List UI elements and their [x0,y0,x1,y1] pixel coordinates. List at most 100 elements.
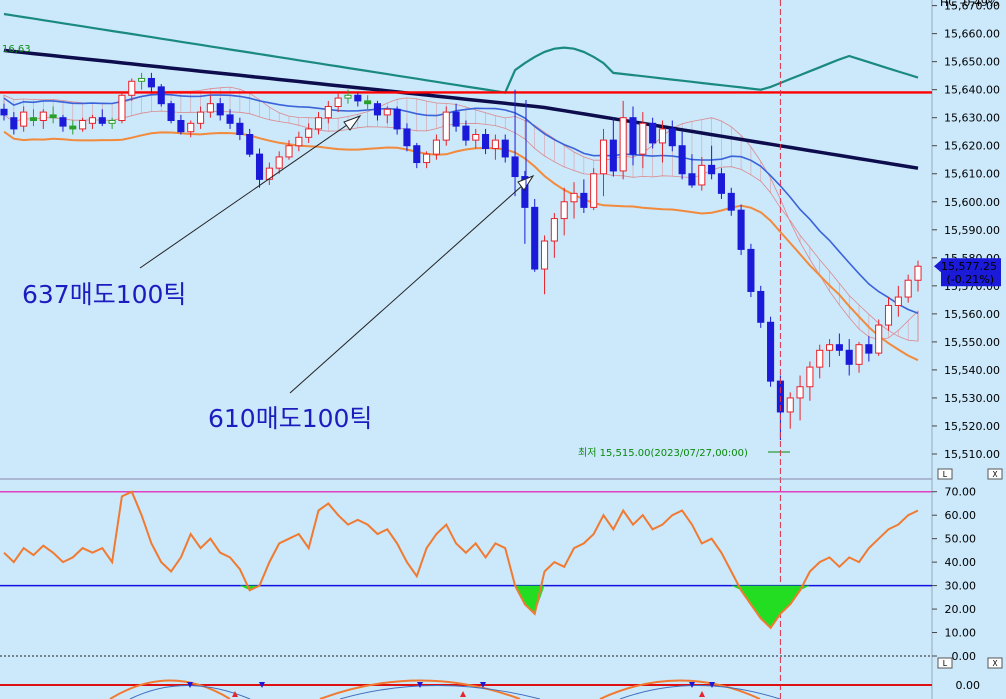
candle[interactable] [324,100,332,124]
candle[interactable] [59,114,67,132]
candle[interactable] [423,151,431,169]
bottom-indicator-panel: 0.00 [0,679,980,699]
candle[interactable] [531,198,539,272]
candle[interactable] [875,319,883,356]
candle[interactable] [826,339,834,368]
candle[interactable] [0,103,8,121]
candle[interactable] [167,100,175,124]
candle[interactable] [491,134,499,160]
candle[interactable] [10,112,18,135]
candle[interactable] [314,112,323,135]
candle[interactable] [639,112,647,169]
candle-body [599,139,608,175]
candle[interactable] [255,148,264,188]
candle[interactable] [354,92,362,107]
candle[interactable] [432,134,440,160]
candle[interactable] [590,168,598,211]
candle[interactable] [383,106,391,124]
candle[interactable] [786,392,794,429]
candle[interactable] [157,84,165,107]
candle[interactable] [717,168,725,199]
candle-body [393,108,401,130]
candle[interactable] [364,95,372,110]
price-tick-label: 15,630.00 [944,112,1000,125]
candle[interactable] [796,375,804,421]
candle[interactable] [246,128,254,157]
candle-body [688,173,696,186]
candle[interactable] [904,274,912,303]
candle-body [550,218,558,242]
candle[interactable] [49,106,57,124]
candle[interactable] [894,285,902,317]
candle[interactable] [69,120,77,135]
candle-body [649,122,657,144]
candle[interactable] [482,128,490,155]
candle[interactable] [580,179,588,213]
candle-body [295,136,303,147]
candle[interactable] [147,72,155,93]
candle[interactable] [560,187,568,236]
trading-chart-window: 637매도100틱 610매도100틱 최저 15,515.00(2023/07/2… [0,0,1006,699]
candle[interactable] [98,109,106,127]
candle-body [403,128,411,147]
candle[interactable] [177,114,185,135]
candle-body [482,134,490,150]
candle[interactable] [619,100,627,180]
candle[interactable] [757,285,765,328]
candle[interactable] [413,142,421,169]
candle-body [727,192,735,211]
chart-canvas[interactable]: 637매도100틱 610매도100틱최저 15,515.00(2023/07/2… [0,0,1006,699]
candle-body [767,321,775,382]
price-tick-label: 15,520.00 [944,420,1000,433]
candle[interactable] [334,92,342,113]
candle[interactable] [393,106,401,135]
candle[interactable] [29,109,38,127]
candle[interactable] [609,117,617,177]
candle[interactable] [373,100,382,121]
candle[interactable] [108,117,116,129]
candle-body [354,94,362,102]
candle[interactable] [206,95,214,118]
candle[interactable] [855,341,863,373]
candle[interactable] [138,72,146,90]
candle[interactable] [767,316,775,387]
candle[interactable] [914,260,922,292]
candle-body [717,173,725,194]
candle[interactable] [678,131,686,180]
candle[interactable] [442,106,450,146]
candle[interactable] [698,156,706,191]
candle[interactable] [865,336,873,362]
candle[interactable] [88,114,96,129]
candle[interactable] [550,212,558,258]
candle[interactable] [265,162,273,185]
candle[interactable] [708,145,716,180]
candle[interactable] [816,344,824,379]
candle[interactable] [128,78,136,101]
candle[interactable] [197,106,205,129]
candle[interactable] [747,243,755,298]
candle[interactable] [501,134,509,163]
candle[interactable] [737,204,745,256]
candle[interactable] [806,361,814,401]
candle[interactable] [216,98,224,121]
candle[interactable] [727,187,735,216]
candle[interactable] [236,117,244,141]
candle[interactable] [305,123,313,143]
candle[interactable] [540,235,549,295]
candle[interactable] [835,333,843,356]
candle[interactable] [452,103,460,132]
candle[interactable] [295,131,303,152]
candle[interactable] [884,297,893,331]
candle[interactable] [462,120,470,146]
candle[interactable] [599,128,608,197]
candle-body [904,279,912,298]
current-price-value: 15,577.25 [941,260,997,273]
candle[interactable] [570,182,578,219]
candle[interactable] [20,106,28,132]
candle[interactable] [472,128,480,149]
candle[interactable] [403,123,411,152]
candle[interactable] [39,109,47,129]
candle[interactable] [845,339,853,376]
candle[interactable] [118,92,126,124]
candle[interactable] [668,120,676,152]
